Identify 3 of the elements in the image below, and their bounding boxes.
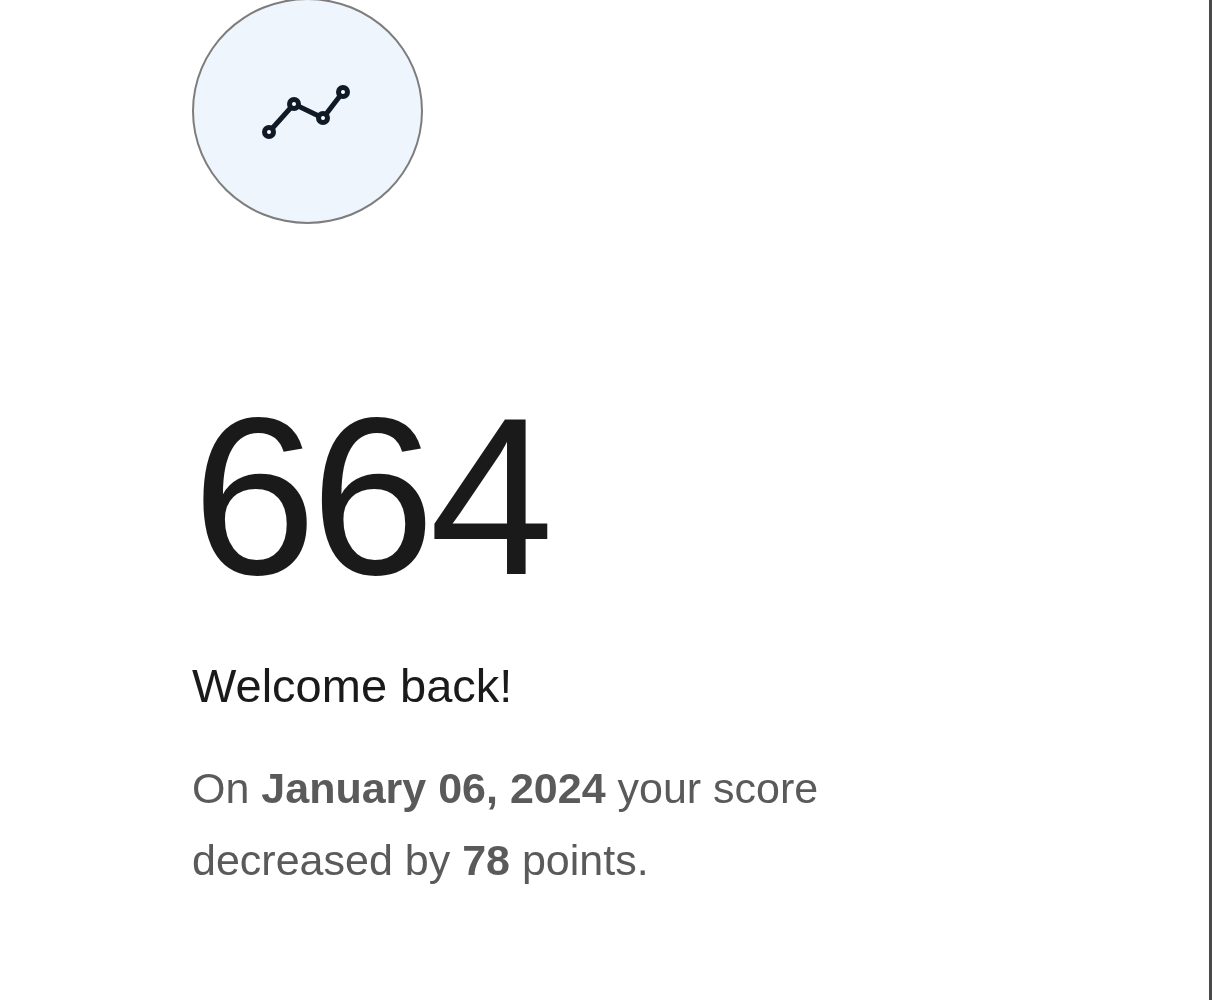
greeting-text: Welcome back! (192, 658, 513, 714)
score-value: 664 (192, 384, 548, 608)
score-change-message: On January 06, 2024 your score decreased by 78 points. (192, 763, 820, 887)
